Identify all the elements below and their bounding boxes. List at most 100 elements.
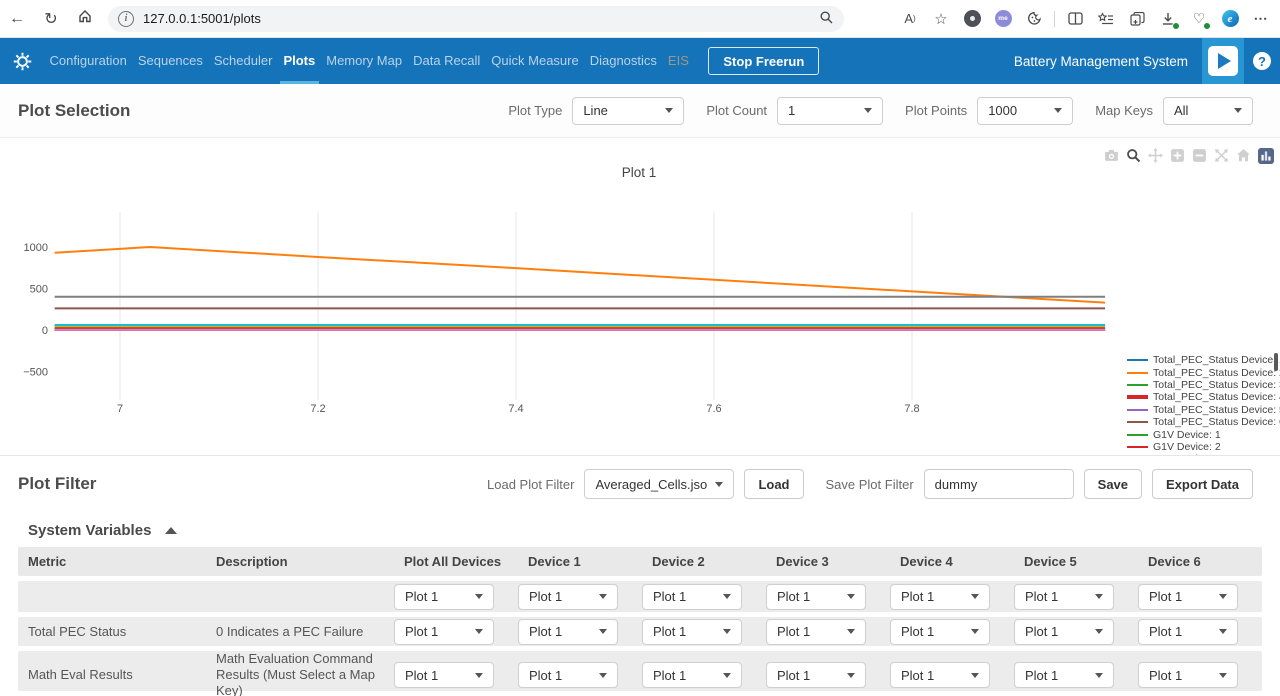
nav-item-diagnostics[interactable]: Diagnostics xyxy=(584,38,662,84)
legend-item[interactable]: Total_PEC_Status Device: 4 xyxy=(1127,391,1280,403)
browser-essentials-icon[interactable]: ♡ xyxy=(1188,8,1210,30)
legend-label: Total_PEC_Status Device: 4 xyxy=(1153,391,1280,403)
cookies-icon[interactable] xyxy=(1023,8,1045,30)
load-plot-filter-select[interactable]: Averaged_Cells.json xyxy=(584,469,734,499)
plot-type-select[interactable]: Line xyxy=(572,97,684,125)
edge-sidebar-icon[interactable]: e xyxy=(1219,8,1241,30)
legend-item[interactable]: Total_PEC_Status Device: 1 xyxy=(1127,354,1280,366)
legend-item[interactable]: Total_PEC_Status Device: 3 xyxy=(1127,379,1280,391)
add-favorite-star-icon[interactable]: ☆ xyxy=(930,8,952,30)
plot-assign-select[interactable]: Plot 1 xyxy=(1014,662,1114,688)
plot-assign-select[interactable]: Plot 1 xyxy=(394,619,494,645)
plot-assign-select[interactable]: Plot 1 xyxy=(642,584,742,610)
more-options-icon[interactable]: ⋯ xyxy=(1250,8,1272,30)
back-icon[interactable]: ← xyxy=(0,10,34,28)
plot-points-select[interactable]: 1000 xyxy=(977,97,1073,125)
read-aloud-icon[interactable]: A) xyxy=(899,8,921,30)
plot-canvas[interactable]: Plot 177.27.47.67.810005000−500 xyxy=(0,138,1280,455)
favorites-list-icon[interactable] xyxy=(1095,8,1117,30)
chevron-down-icon xyxy=(971,673,979,678)
legend-scrollbar[interactable] xyxy=(1274,353,1278,371)
collections-icon[interactable] xyxy=(1126,8,1148,30)
plot-assign-select[interactable]: Plot 1 xyxy=(1138,584,1238,610)
stop-freerun-button[interactable]: Stop Freerun xyxy=(708,47,819,75)
reset-axes-home-icon[interactable] xyxy=(1235,147,1252,164)
page-info-icon[interactable]: i xyxy=(118,11,134,27)
download-plot-camera-icon[interactable] xyxy=(1103,147,1120,164)
plot-assign-select[interactable]: Plot 1 xyxy=(890,619,990,645)
split-screen-icon[interactable] xyxy=(1064,8,1086,30)
legend-item[interactable]: Total_PEC_Status Device: 6 xyxy=(1127,416,1280,428)
extension-sphere-icon[interactable] xyxy=(961,8,983,30)
load-button[interactable]: Load xyxy=(744,469,803,499)
help-button[interactable]: ? xyxy=(1244,52,1280,70)
plot-assign-select[interactable]: Plot 1 xyxy=(890,662,990,688)
plot-assign-select[interactable]: Plot 1 xyxy=(1014,619,1114,645)
plotly-logo-icon[interactable] xyxy=(1257,147,1274,164)
chart-section: Plot 177.27.47.67.810005000−500 xyxy=(0,138,1280,455)
save-button[interactable]: Save xyxy=(1084,469,1142,499)
plot-assign-select[interactable]: Plot 1 xyxy=(766,619,866,645)
home-icon[interactable] xyxy=(68,8,102,29)
x-tick-label: 7.6 xyxy=(706,403,721,415)
refresh-icon[interactable]: ↻ xyxy=(34,9,68,29)
settings-gear-icon[interactable] xyxy=(0,52,44,71)
plot-count-select[interactable]: 1 xyxy=(777,97,883,125)
device-plot-cell: Plot 1 xyxy=(1014,662,1138,688)
x-tick-label: 7 xyxy=(117,403,123,415)
save-plot-filter-input[interactable] xyxy=(924,469,1074,499)
chevron-down-icon xyxy=(1054,108,1062,113)
plot-assign-select[interactable]: Plot 1 xyxy=(890,584,990,610)
plot-assign-select[interactable]: Plot 1 xyxy=(1138,662,1238,688)
y-tick-label: 500 xyxy=(30,284,48,296)
legend-swatch xyxy=(1127,359,1148,361)
plot-assign-value: Plot 1 xyxy=(1025,624,1087,639)
zoom-out-icon[interactable] xyxy=(1191,147,1208,164)
plot-assign-select[interactable]: Plot 1 xyxy=(394,662,494,688)
zoom-search-icon[interactable] xyxy=(819,10,834,28)
plot-assign-value: Plot 1 xyxy=(1025,589,1087,604)
y-tick-label: 1000 xyxy=(24,242,48,254)
nav-item-sequences[interactable]: Sequences xyxy=(132,38,208,84)
legend-label: G1V Device: 2 xyxy=(1153,441,1221,453)
autoscale-icon[interactable] xyxy=(1213,147,1230,164)
chevron-down-icon xyxy=(864,108,872,113)
nav-item-plots[interactable]: Plots xyxy=(278,38,321,84)
zoom-tool-icon[interactable] xyxy=(1125,147,1142,164)
legend-item[interactable]: G1V Device: 1 xyxy=(1127,428,1280,440)
plot-assign-select[interactable]: Plot 1 xyxy=(766,662,866,688)
nav-item-configuration[interactable]: Configuration xyxy=(44,38,132,84)
zoom-in-icon[interactable] xyxy=(1169,147,1186,164)
plot-assign-select[interactable]: Plot 1 xyxy=(518,662,618,688)
plot-assign-select[interactable]: Plot 1 xyxy=(518,619,618,645)
chevron-down-icon xyxy=(1219,594,1227,599)
nav-item-memory-map[interactable]: Memory Map xyxy=(321,38,408,84)
plot-assign-select[interactable]: Plot 1 xyxy=(642,619,742,645)
plot-assign-select[interactable]: Plot 1 xyxy=(766,584,866,610)
app-logo[interactable] xyxy=(1202,38,1244,84)
plot-assign-select[interactable]: Plot 1 xyxy=(518,584,618,610)
nav-item-data-recall[interactable]: Data Recall xyxy=(408,38,486,84)
collapse-up-icon[interactable] xyxy=(165,527,177,534)
legend-item[interactable]: G1V Device: 2 xyxy=(1127,441,1280,453)
map-keys-select[interactable]: All xyxy=(1163,97,1253,125)
address-bar[interactable]: i 127.0.0.1:5001/plots xyxy=(108,6,844,32)
plot-assign-value: Plot 1 xyxy=(653,668,715,683)
nav-item-scheduler[interactable]: Scheduler xyxy=(208,38,278,84)
plot-assign-select[interactable]: Plot 1 xyxy=(642,662,742,688)
legend-item[interactable]: Total_PEC_Status Device: 5 xyxy=(1127,404,1280,416)
export-data-button[interactable]: Export Data xyxy=(1152,469,1253,499)
table-row: Total PEC Status 0 Indicates a PEC Failu… xyxy=(18,617,1262,646)
pan-tool-icon[interactable] xyxy=(1147,147,1164,164)
device-plot-cell: Plot 1 xyxy=(1138,662,1262,688)
url-text[interactable]: 127.0.0.1:5001/plots xyxy=(143,11,261,26)
legend-item[interactable]: Total_PEC_Status Device: 2 xyxy=(1127,366,1280,378)
plot-assign-select[interactable]: Plot 1 xyxy=(1138,619,1238,645)
plot-assign-select[interactable]: Plot 1 xyxy=(1014,584,1114,610)
legend-swatch xyxy=(1127,421,1148,423)
system-variables-section: System Variables Metric Description Plot… xyxy=(0,512,1280,696)
nav-item-quick-measure[interactable]: Quick Measure xyxy=(486,38,584,84)
plot-assign-select[interactable]: Plot 1 xyxy=(394,584,494,610)
extension-me-icon[interactable]: me xyxy=(992,8,1014,30)
downloads-icon[interactable] xyxy=(1157,8,1179,30)
